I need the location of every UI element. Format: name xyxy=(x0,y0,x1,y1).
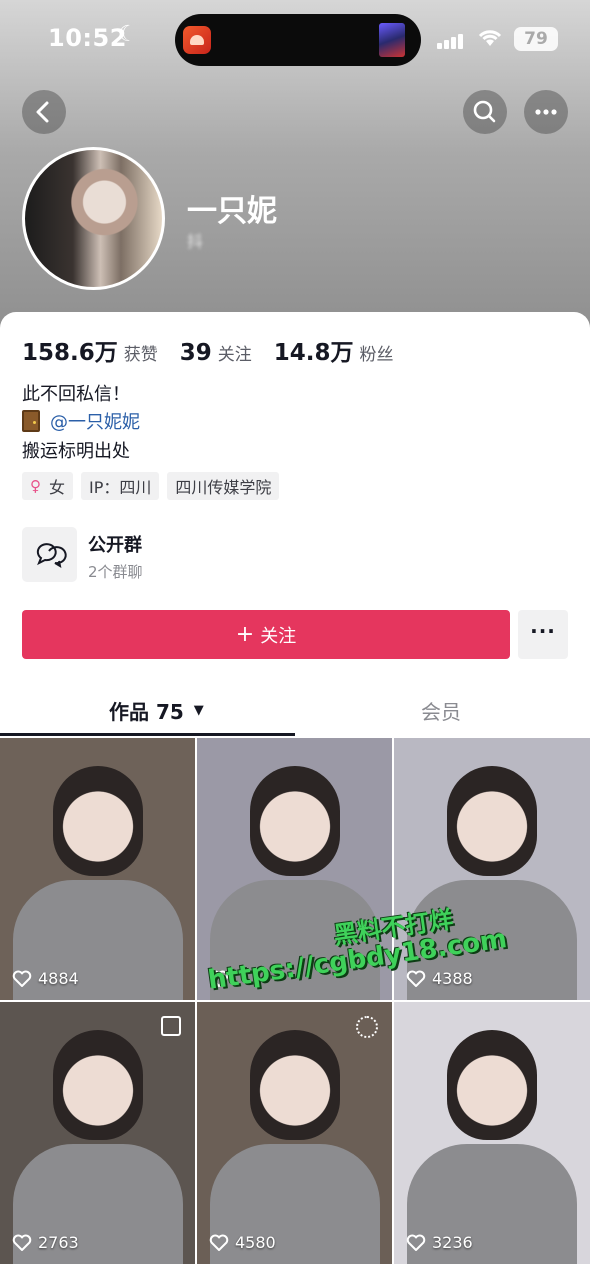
tag-label: 四川传媒学院 xyxy=(175,478,272,497)
back-button[interactable] xyxy=(22,90,66,134)
like-count: 4884 xyxy=(12,969,79,988)
gender-tag: ♀ 女 xyxy=(22,472,74,500)
thumbnail-figure xyxy=(447,766,537,876)
like-count-value: 4580 xyxy=(235,1233,276,1252)
follow-button[interactable]: + 关注 xyxy=(22,610,510,659)
chevron-left-icon xyxy=(36,101,49,123)
cellular-signal-icon xyxy=(437,30,465,49)
search-button[interactable] xyxy=(463,90,507,134)
tab-members[interactable]: 会员 xyxy=(421,696,461,725)
heart-icon xyxy=(12,1234,32,1251)
bio-line: 搬运标明出处 xyxy=(22,441,130,462)
search-icon xyxy=(473,100,496,123)
stat-value: 39 xyxy=(179,340,212,366)
follow-label: 关注 xyxy=(260,625,297,647)
school-tag[interactable]: 四川传媒学院 xyxy=(167,472,280,500)
thumbnail-figure xyxy=(249,1030,340,1140)
profile-stats: 158.6万 获赞 39 关注 14.8万 粉丝 xyxy=(22,333,416,366)
thumbnail-figure xyxy=(249,766,340,876)
tab-active-indicator xyxy=(0,733,295,736)
stat-followers[interactable]: 14.8万 粉丝 xyxy=(274,333,394,367)
profile-tags: ♀ 女 IP：四川 四川传媒学院 xyxy=(22,472,287,500)
mention-link[interactable]: @一只妮妮 xyxy=(50,408,140,434)
dynamic-island xyxy=(175,14,421,66)
thumbnail-figure xyxy=(447,1030,537,1140)
plus-icon: + xyxy=(235,622,255,647)
status-bar: 10:52 ☾ 79 xyxy=(0,0,590,80)
stat-likes[interactable]: 158.6万 获赞 xyxy=(22,333,158,367)
stat-value: 158.6万 xyxy=(22,340,118,366)
female-icon: ♀ xyxy=(30,477,41,495)
video-thumbnail[interactable]: 2763 xyxy=(0,1002,195,1264)
media-thumbnail-icon xyxy=(379,23,405,57)
thumbnail-figure xyxy=(52,766,143,876)
moon-icon: ☾ xyxy=(118,22,138,47)
video-thumbnail[interactable]: 4580 xyxy=(197,1002,392,1264)
bio-line: 此不回私信！ xyxy=(22,384,130,405)
status-time: 10:52 xyxy=(48,24,127,52)
more-dots-icon xyxy=(535,109,557,115)
like-count: 3236 xyxy=(406,1233,473,1252)
like-count-value: 4388 xyxy=(432,969,473,988)
username: 一只妮 xyxy=(187,194,277,229)
stat-label: 粉丝 xyxy=(359,345,394,365)
thumbnail-figure xyxy=(52,1030,143,1140)
more-options-button[interactable] xyxy=(524,90,568,134)
group-subtitle: 2个群聊 xyxy=(88,563,143,581)
heart-icon xyxy=(12,970,32,987)
like-count: 4580 xyxy=(209,1233,276,1252)
video-thumbnail[interactable]: 4884 xyxy=(0,738,195,1000)
tab-works[interactable]: 作品 75 ▼ xyxy=(109,696,204,725)
heart-icon xyxy=(406,970,426,987)
live-photo-icon xyxy=(356,1016,378,1038)
video-thumbnail[interactable]: 3236 xyxy=(394,1002,590,1264)
stat-label: 关注 xyxy=(217,345,252,365)
group-chat-icon-box[interactable] xyxy=(22,527,77,582)
stat-value: 14.8万 xyxy=(273,340,354,366)
like-count-value: 2763 xyxy=(38,1233,79,1252)
battery-indicator: 79 xyxy=(514,27,558,51)
multi-image-icon xyxy=(161,1016,181,1036)
avatar[interactable] xyxy=(22,147,165,290)
group-title[interactable]: 公开群 xyxy=(88,531,142,557)
stat-following[interactable]: 39 关注 xyxy=(180,340,252,366)
chat-bubble-icon xyxy=(36,543,67,569)
bio-mention-line: @一只妮妮 xyxy=(22,408,140,434)
tab-label: 作品 75 xyxy=(109,700,184,724)
video-grid: 4884 4388 2763 4580 3236 xyxy=(0,738,590,1264)
ip-tag: IP：四川 xyxy=(81,472,160,500)
door-icon xyxy=(22,410,40,432)
like-count: 4388 xyxy=(406,969,473,988)
heart-icon xyxy=(406,1234,426,1251)
caret-down-icon: ▼ xyxy=(193,703,204,718)
app-icon xyxy=(183,26,211,54)
follow-more-button[interactable]: ··· xyxy=(518,610,568,659)
stat-label: 获赞 xyxy=(123,345,158,365)
heart-icon xyxy=(209,1234,229,1251)
like-count-value: 4884 xyxy=(38,969,79,988)
tag-label: IP：四川 xyxy=(89,478,152,497)
wifi-icon xyxy=(476,26,504,52)
like-count-value: 3236 xyxy=(432,1233,473,1252)
like-count: 2763 xyxy=(12,1233,79,1252)
tag-label: 女 xyxy=(49,478,66,497)
user-id: 抖 xyxy=(187,232,204,251)
